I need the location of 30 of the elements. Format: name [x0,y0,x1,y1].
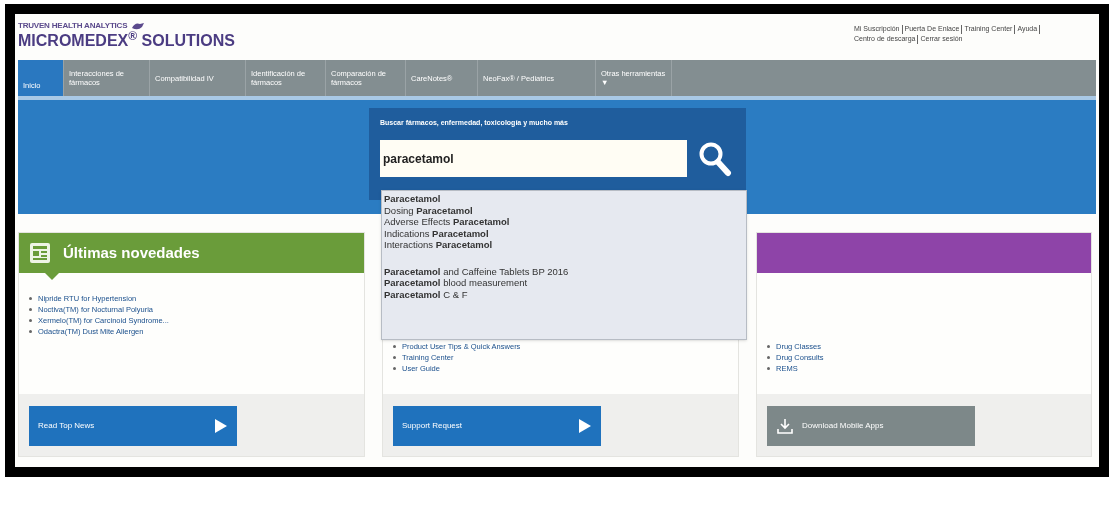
card-button[interactable]: Support Request [393,406,601,446]
suggestion-item[interactable]: Paracetamol C & F [384,288,468,300]
suggestion-item[interactable]: Paracetamol [384,193,441,205]
bullet-icon [29,308,32,311]
newspaper-icon [29,242,51,264]
product-name: MICROMEDEX$^{®}$ SOLUTIONS [18,32,235,50]
suggestion-item[interactable]: Paracetamol blood measurement [384,277,528,289]
bullet-icon [393,345,396,348]
suggestion-item[interactable]: Adverse Effects Paracetamol [384,216,510,228]
card-button[interactable]: Read Top News [29,406,237,446]
play-icon [578,418,592,434]
search-field[interactable]: paracetamol [380,140,688,177]
bullet-icon [393,356,396,359]
suggestion-item[interactable]: Indications Paracetamol [384,227,489,239]
bullet-icon [767,356,770,359]
suggestion-item[interactable]: Dosing Paracetamol [384,204,473,216]
play-icon [214,418,228,434]
suggestion-item[interactable]: Interactions Paracetamol [384,239,493,251]
card-button[interactable]: Download Mobile Apps [767,406,975,446]
company-name: TRUVEN HEALTH ANALYTICS [18,20,128,31]
suggestion-item[interactable]: Paracetamol and Caffeine Tablets BP 2016 [384,265,569,277]
card-title: Últimas novedades [63,242,200,263]
download-icon [776,418,794,434]
bullet-icon [767,367,770,370]
bullet-icon [767,345,770,348]
bullet-icon [29,319,32,322]
logo-icon [131,21,146,31]
bullet-icon [29,330,32,333]
bullet-icon [29,297,32,300]
bullet-icon [393,367,396,370]
